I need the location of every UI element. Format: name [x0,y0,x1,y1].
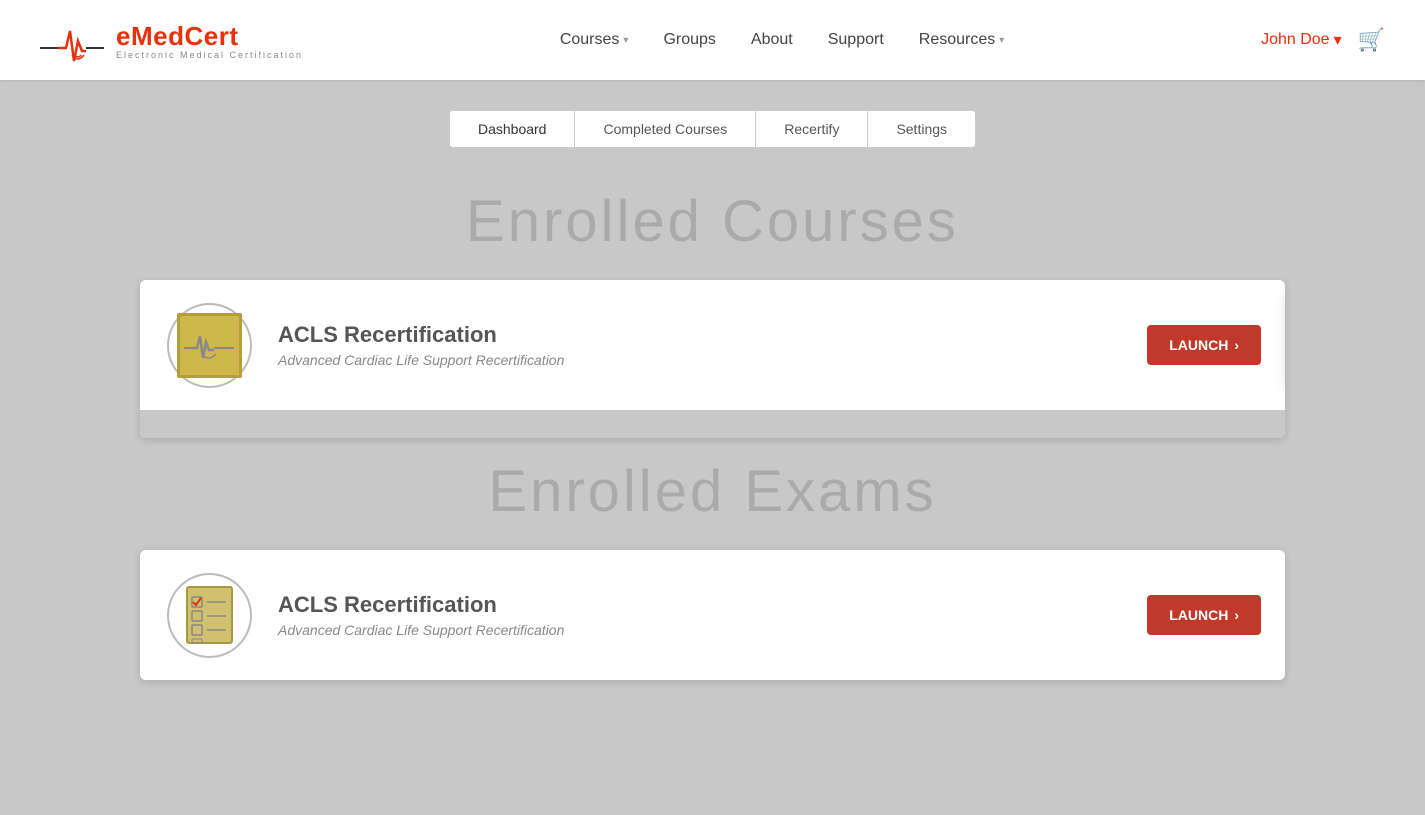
course-card-acls: ACLS Recertification Advanced Cardiac Li… [140,280,1285,438]
tab-completed-courses-label: Completed Courses [603,121,727,137]
course-card-inner: ACLS Recertification Advanced Cardiac Li… [140,280,1285,410]
tab-bar: Dashboard Completed Courses Recertify Se… [0,80,1425,168]
logo-text-block: eMedCert Electronic Medical Certificatio… [116,21,303,60]
acls-ecg-icon [184,328,234,363]
brand-name: eMedCert [116,21,303,52]
logo-svg [40,13,110,68]
nav-links: Courses ▾ Groups About Support Resources… [560,31,1004,49]
exam-checklist-icon [182,585,237,645]
course-info: ACLS Recertification Advanced Cardiac Li… [278,322,1147,368]
launch-exam-button[interactable]: LAUNCH › [1147,595,1261,635]
nav-resources[interactable]: Resources ▾ [919,31,1005,49]
user-name-label: John Doe [1261,31,1330,49]
course-icon-circle [167,303,252,388]
user-menu[interactable]: John Doe ▾ [1261,30,1342,50]
nav-resources-label: Resources [919,31,995,49]
launch-course-label: LAUNCH [1169,337,1228,353]
exam-title: ACLS Recertification [278,592,1147,618]
enrolled-courses-heading: Enrolled Courses [140,188,1285,255]
tab-dashboard-label: Dashboard [478,121,547,137]
course-icon-wrap [164,300,254,390]
arrow-icon-exam: › [1234,607,1239,623]
course-title: ACLS Recertification [278,322,1147,348]
exam-subtitle: Advanced Cardiac Life Support Recertific… [278,622,1147,638]
main-content: Enrolled Courses ACL [0,188,1425,740]
cart-icon[interactable]: 🛒 [1358,27,1385,53]
launch-course-button[interactable]: LAUNCH › [1147,325,1261,365]
logo-area[interactable]: eMedCert Electronic Medical Certificatio… [40,13,303,68]
exam-card-acls: ACLS Recertification Advanced Cardiac Li… [140,550,1285,680]
enrolled-exams-heading: Enrolled Exams [140,458,1285,525]
nav-courses-label: Courses [560,31,620,49]
tab-recertify-label: Recertify [784,121,839,137]
tab-dashboard[interactable]: Dashboard [450,111,576,147]
course-subtitle: Advanced Cardiac Life Support Recertific… [278,352,1147,368]
exam-icon-wrap [164,570,254,660]
nav-about[interactable]: About [751,31,793,49]
exam-card-inner: ACLS Recertification Advanced Cardiac Li… [140,550,1285,680]
nav-right: John Doe ▾ 🛒 [1261,27,1385,53]
nav-about-label: About [751,31,793,49]
nav-support[interactable]: Support [828,31,884,49]
launch-exam-label: LAUNCH [1169,607,1228,623]
tab-group: Dashboard Completed Courses Recertify Se… [449,110,976,148]
chevron-down-icon-user: ▾ [1334,30,1342,50]
progress-bar-container [140,410,1285,438]
nav-support-label: Support [828,31,884,49]
navbar: eMedCert Electronic Medical Certificatio… [0,0,1425,80]
nav-groups[interactable]: Groups [663,31,715,49]
nav-groups-label: Groups [663,31,715,49]
exam-info: ACLS Recertification Advanced Cardiac Li… [278,592,1147,638]
arrow-icon: › [1234,337,1239,353]
tab-recertify[interactable]: Recertify [756,111,868,147]
tab-settings-label: Settings [896,121,947,137]
tab-completed-courses[interactable]: Completed Courses [575,111,756,147]
chevron-down-icon-resources: ▾ [999,35,1004,46]
tab-settings[interactable]: Settings [868,111,975,147]
chevron-down-icon: ▾ [623,35,628,46]
nav-courses[interactable]: Courses ▾ [560,31,629,49]
brand-subtext: Electronic Medical Certification [116,50,303,60]
course-icon-square [177,313,242,378]
exam-icon-circle [167,573,252,658]
